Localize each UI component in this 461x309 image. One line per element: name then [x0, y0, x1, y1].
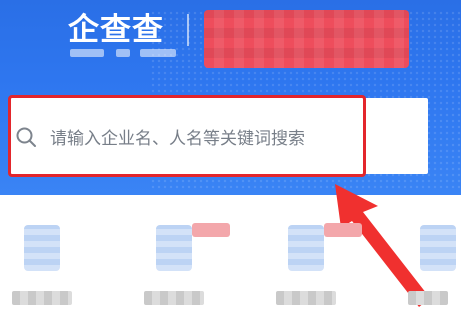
blurred-label [408, 291, 448, 305]
blurred-label [144, 291, 204, 305]
logo-divider [187, 14, 189, 46]
shortcut-item[interactable] [0, 205, 110, 309]
shortcut-item[interactable] [132, 205, 242, 309]
shortcut-item[interactable] [264, 205, 374, 309]
logo-subtitle-blurred [70, 49, 178, 59]
new-tag-badge [324, 223, 362, 237]
blurred-icon [156, 225, 192, 271]
redacted-banner [204, 10, 409, 68]
blurred-label [276, 291, 336, 305]
blurred-icon [288, 225, 324, 271]
app-logo: 企查查 [68, 12, 164, 48]
search-input[interactable]: 请输入企业名、人名等关键词搜索 [50, 124, 305, 149]
shortcut-grid [0, 205, 461, 309]
new-tag-badge [192, 223, 230, 237]
blurred-label [12, 291, 72, 305]
shortcut-item[interactable] [396, 205, 461, 309]
search-icon[interactable] [15, 126, 37, 148]
blurred-icon [24, 225, 60, 271]
blurred-icon [420, 225, 456, 271]
